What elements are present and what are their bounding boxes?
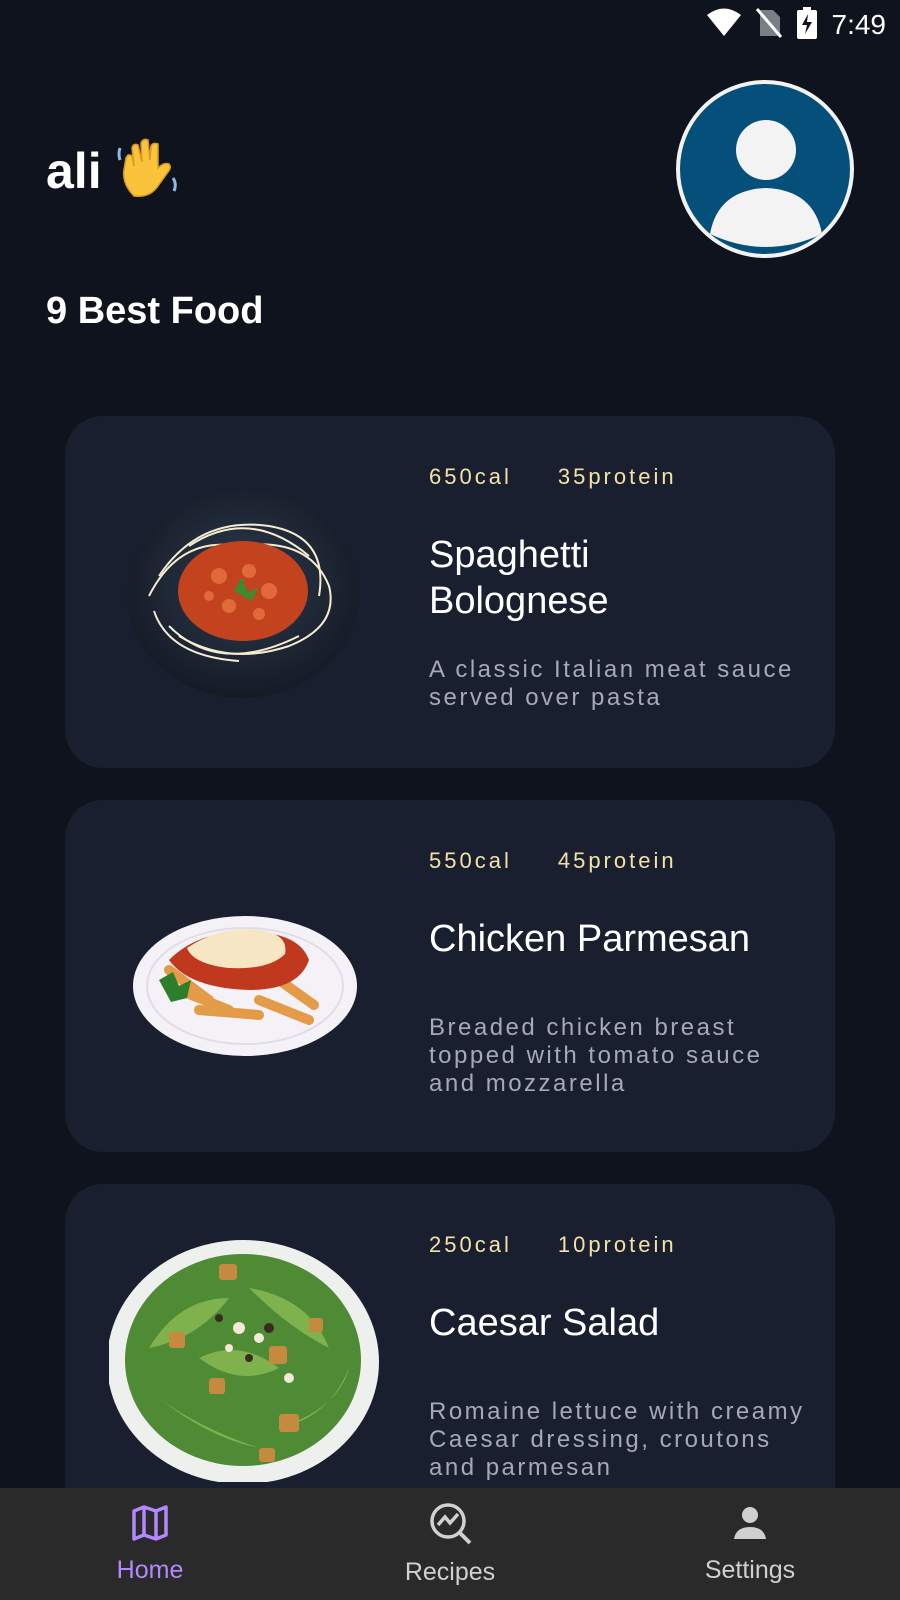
food-list: 650cal 35protein Spaghetti Bolognese A c… (65, 416, 835, 1568)
food-name: Spaghetti Bolognese (429, 534, 609, 622)
food-description: Romaine lettuce with creamy Caesar dress… (429, 1398, 805, 1481)
calories-label: 250cal (429, 1232, 512, 1257)
nav-item-home[interactable]: Home (0, 1488, 300, 1600)
nav-label: Home (116, 1556, 184, 1584)
wifi-icon (706, 8, 742, 42)
nutrition-stats: 650cal 35protein (429, 464, 677, 490)
food-image-caesar-salad (107, 1238, 429, 1484)
profile-avatar[interactable] (676, 80, 854, 258)
food-name: Chicken Parmesan (429, 918, 751, 960)
status-bar: 7:49 (0, 0, 900, 50)
food-card[interactable]: 550cal 45protein Chicken Parmesan Breade… (65, 800, 835, 1152)
battery-charging-icon (796, 7, 818, 43)
protein-label: 35protein (557, 464, 677, 489)
waving-hand-icon (116, 136, 182, 206)
nutrition-stats: 550cal 45protein (429, 848, 677, 874)
food-card[interactable]: 650cal 35protein Spaghetti Bolognese A c… (65, 416, 835, 768)
calories-label: 550cal (429, 848, 512, 873)
nav-item-settings[interactable]: Settings (600, 1488, 900, 1600)
food-name: Caesar Salad (429, 1302, 660, 1344)
user-name: ali (46, 143, 102, 199)
clock: 7:49 (831, 9, 887, 40)
section-title: 9 Best Food (46, 290, 264, 332)
food-description: Breaded chicken breast topped with tomat… (429, 1014, 763, 1097)
person-icon (730, 1503, 770, 1550)
bottom-navigation: Home Recipes Settings (0, 1488, 900, 1600)
nav-label: Recipes (404, 1558, 496, 1586)
food-description: A classic Italian meat sauce served over… (429, 656, 794, 711)
nutrition-stats: 250cal 10protein (429, 1232, 677, 1258)
chart-search-icon (428, 1501, 472, 1552)
greeting: ali (46, 136, 182, 206)
protein-label: 45protein (557, 848, 677, 873)
protein-label: 10protein (557, 1232, 677, 1257)
nav-item-recipes[interactable]: Recipes (300, 1488, 600, 1600)
map-icon (130, 1503, 170, 1550)
calories-label: 650cal (429, 464, 512, 489)
no-sim-icon (755, 8, 782, 42)
food-image-chicken-parmesan (109, 860, 429, 1100)
food-card[interactable]: 250cal 10protein Caesar Salad Romaine le… (65, 1184, 835, 1536)
food-image-spaghetti (109, 476, 429, 716)
person-silhouette-icon (710, 120, 822, 247)
nav-label: Settings (704, 1556, 796, 1584)
